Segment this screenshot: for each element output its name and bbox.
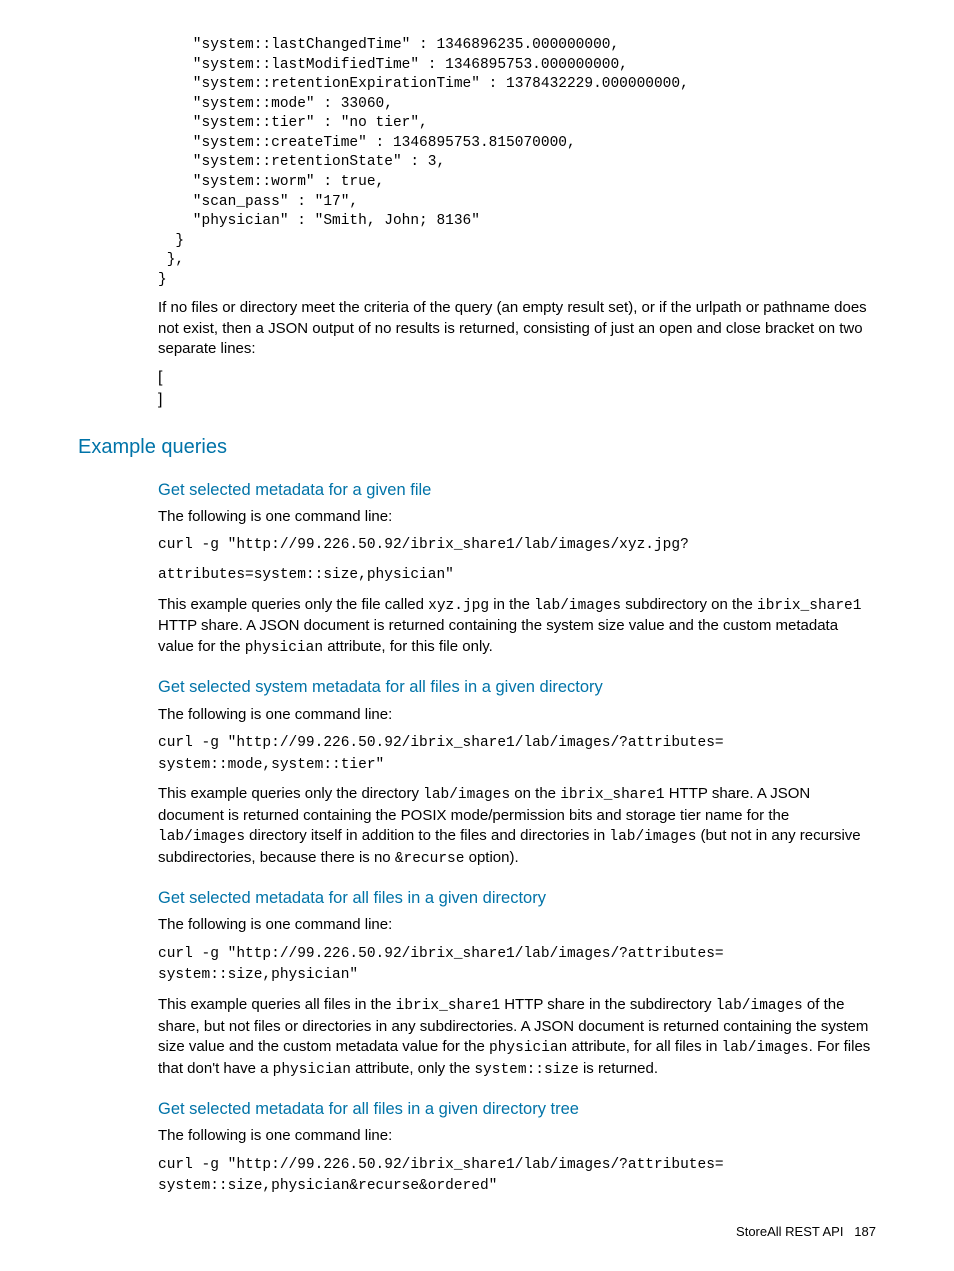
- ex1-intro: The following is one command line:: [158, 507, 876, 527]
- ex3-code-b: lab/images: [716, 998, 803, 1014]
- ex3-code-a: ibrix_share1: [396, 998, 500, 1014]
- ex2-title: Get selected system metadata for all fil…: [158, 676, 876, 698]
- ex4-intro: The following is one command line:: [158, 1126, 876, 1146]
- ex2-cmd: curl -g "http://99.226.50.92/ibrix_share…: [158, 733, 876, 777]
- ex3-text: attribute, only the: [351, 1060, 474, 1077]
- footer-label: StoreAll REST API: [736, 1224, 843, 1239]
- ex3-code-d: lab/images: [722, 1040, 809, 1056]
- ex3-text: attribute, for all files in: [567, 1038, 721, 1055]
- ex2-code-b: ibrix_share1: [560, 787, 664, 803]
- ex1-code-c: ibrix_share1: [757, 598, 861, 614]
- empty-result-description: If no files or directory meet the criter…: [158, 298, 876, 359]
- ex3-description: This example queries all files in the ib…: [158, 995, 876, 1080]
- ex3-code-c: physician: [489, 1040, 567, 1056]
- ex1-cmd-line2: attributes=system::size,physician": [158, 565, 876, 587]
- ex1-text: attribute, for this file only.: [323, 638, 493, 655]
- ex2-code-d: lab/images: [609, 829, 696, 845]
- empty-brackets: [ ]: [158, 367, 876, 412]
- ex2-text: on the: [510, 785, 560, 802]
- ex1-code-d: physician: [245, 640, 323, 656]
- page-footer: StoreAll REST API 187: [736, 1223, 876, 1241]
- ex3-title: Get selected metadata for all files in a…: [158, 887, 876, 909]
- ex1-text: subdirectory on the: [621, 596, 757, 613]
- ex4-title: Get selected metadata for all files in a…: [158, 1098, 876, 1120]
- json-code-block: "system::lastChangedTime" : 1346896235.0…: [158, 36, 876, 290]
- ex3-cmd: curl -g "http://99.226.50.92/ibrix_share…: [158, 944, 876, 988]
- ex1-description: This example queries only the file calle…: [158, 595, 876, 658]
- ex2-intro: The following is one command line:: [158, 705, 876, 725]
- ex2-text: directory itself in addition to the file…: [245, 827, 609, 844]
- ex2-code-a: lab/images: [423, 787, 510, 803]
- bracket-open: [: [158, 369, 162, 386]
- ex2-text: option).: [464, 849, 518, 866]
- ex3-text: This example queries all files in the: [158, 996, 396, 1013]
- ex2-code-c: lab/images: [158, 829, 245, 845]
- ex1-cmd-line1: curl -g "http://99.226.50.92/ibrix_share…: [158, 535, 876, 557]
- ex1-text: in the: [489, 596, 534, 613]
- ex1-code-a: xyz.jpg: [428, 598, 489, 614]
- ex1-text: This example queries only the file calle…: [158, 596, 428, 613]
- ex3-code-f: system::size: [474, 1062, 578, 1078]
- ex1-title: Get selected metadata for a given file: [158, 479, 876, 501]
- ex1-code-b: lab/images: [534, 598, 621, 614]
- ex3-code-e: physician: [273, 1062, 351, 1078]
- ex3-intro: The following is one command line:: [158, 915, 876, 935]
- ex2-text: This example queries only the directory: [158, 785, 423, 802]
- footer-page-number: 187: [854, 1224, 876, 1239]
- bracket-close: ]: [158, 391, 162, 408]
- ex2-code-e: &recurse: [395, 851, 465, 867]
- ex2-description: This example queries only the directory …: [158, 784, 876, 869]
- ex4-cmd: curl -g "http://99.226.50.92/ibrix_share…: [158, 1155, 876, 1199]
- ex3-text: HTTP share in the subdirectory: [500, 996, 716, 1013]
- ex3-text: is returned.: [579, 1060, 658, 1077]
- section-example-queries: Example queries: [78, 434, 876, 461]
